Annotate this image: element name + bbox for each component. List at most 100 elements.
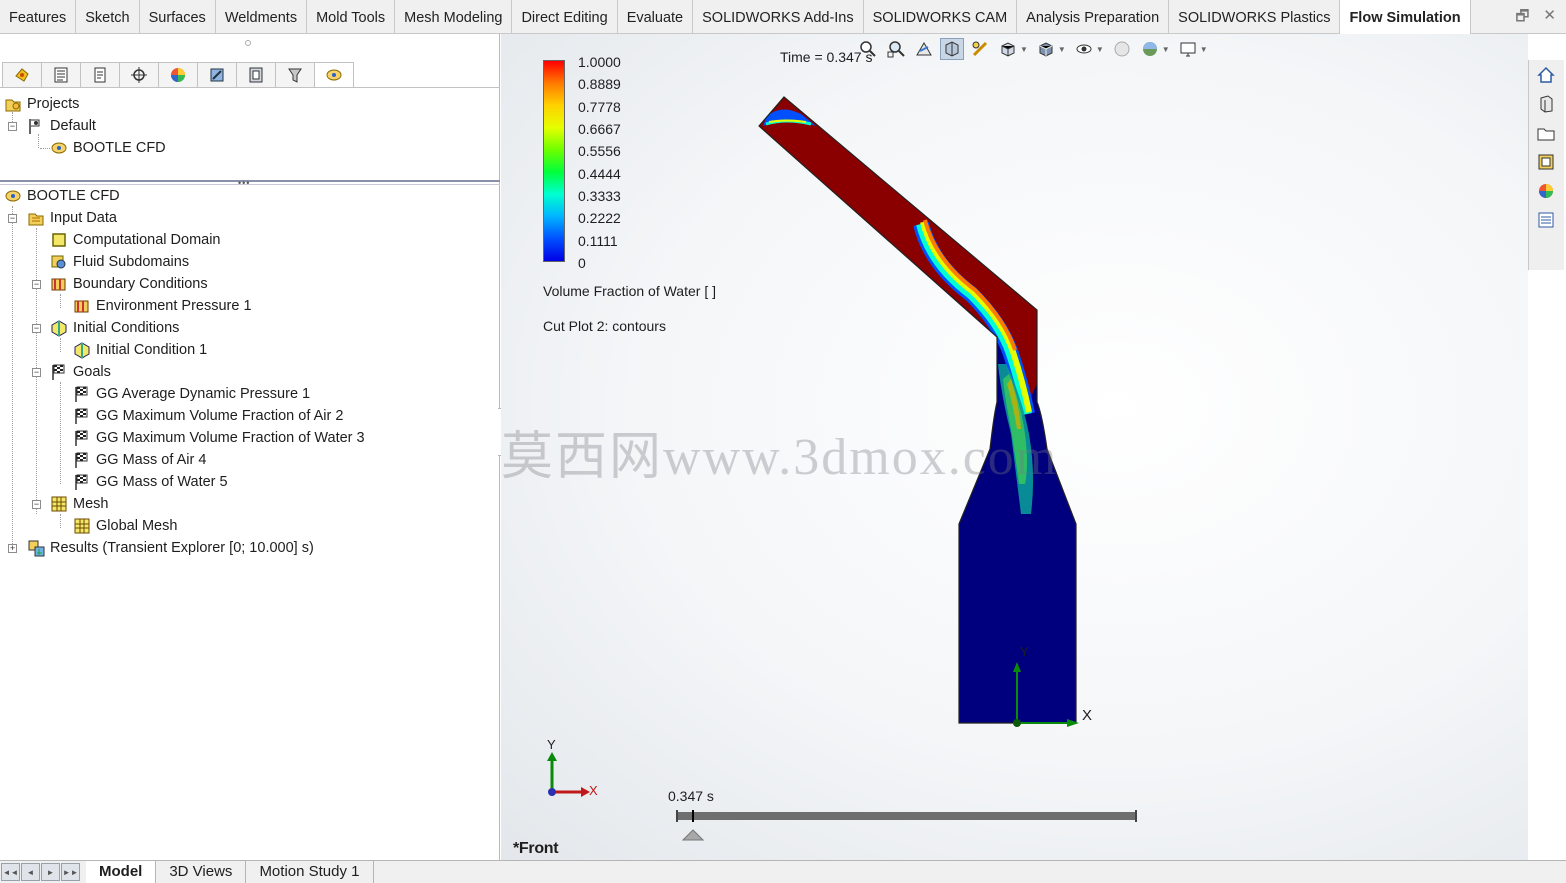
expander-results[interactable]: + <box>8 544 17 553</box>
tree-item-fluid-subdomains[interactable]: Fluid Subdomains <box>50 251 189 273</box>
tab-surfaces[interactable]: Surfaces <box>140 0 216 33</box>
results-label: Results (Transient Explorer [0; 10.000] … <box>50 540 314 556</box>
tree-item-bootle-cfd[interactable]: BOOTLE CFD <box>4 185 120 207</box>
goal-3-label: GG Maximum Volume Fraction of Water 3 <box>96 430 365 446</box>
tab-mold-tools[interactable]: Mold Tools <box>307 0 396 33</box>
expander-boundary-conditions[interactable]: − <box>32 280 41 289</box>
initial-condition-icon <box>73 341 91 359</box>
tree-item-goal-3[interactable]: GG Maximum Volume Fraction of Water 3 <box>73 427 365 449</box>
last-tab-button[interactable]: ►► <box>61 863 80 881</box>
expander-goals[interactable]: − <box>32 368 41 377</box>
command-manager-tabs: Features Sketch Surfaces Weldments Mold … <box>0 0 1566 35</box>
tab-evaluate[interactable]: Evaluate <box>618 0 694 33</box>
tab-motion-study-1[interactable]: Motion Study 1 <box>246 861 374 883</box>
display-icon[interactable] <box>275 62 315 88</box>
triad-x-label: X <box>589 783 598 798</box>
timeline-slider-handle[interactable] <box>682 828 704 842</box>
dimxpert-icon[interactable] <box>236 62 276 88</box>
goal-flag-icon <box>73 429 91 447</box>
tree-item-computational-domain[interactable]: Computational Domain <box>50 229 221 251</box>
part-y-axis-label: Y <box>1020 644 1029 659</box>
tab-weldments[interactable]: Weldments <box>216 0 308 33</box>
previous-tab-button[interactable]: ◄ <box>21 863 40 881</box>
reference-triad <box>547 752 590 797</box>
mesh-icon <box>50 495 68 513</box>
resources-icon[interactable] <box>1529 90 1563 118</box>
expander-input-data[interactable]: − <box>8 214 17 223</box>
goal-4-label: GG Mass of Air 4 <box>96 452 207 468</box>
restore-icon[interactable]: 🗗 <box>1515 6 1529 31</box>
timeline-marker[interactable] <box>692 810 694 822</box>
panel-grip[interactable] <box>245 40 251 46</box>
goals-label: Goals <box>73 364 111 380</box>
first-tab-button[interactable]: ◄◄ <box>1 863 20 881</box>
splitter-grip[interactable]: ••• <box>238 178 250 188</box>
part-x-axis-label: X <box>1082 707 1093 724</box>
global-mesh-label: Global Mesh <box>96 518 178 534</box>
tree-item-global-mesh[interactable]: Global Mesh <box>73 515 177 537</box>
input-data-icon <box>27 209 45 227</box>
tab-mesh-modeling[interactable]: Mesh Modeling <box>395 0 513 33</box>
expander-mesh[interactable]: − <box>32 500 41 509</box>
tab-3d-views[interactable]: 3D Views <box>156 861 247 883</box>
tree-item-mesh[interactable]: Mesh <box>50 493 108 515</box>
flow-project-icon <box>4 187 22 205</box>
tree-item-boundary-conditions[interactable]: Boundary Conditions <box>50 273 208 295</box>
tree-item-goal-5[interactable]: GG Mass of Water 5 <box>73 471 228 493</box>
home-icon[interactable] <box>1529 61 1563 89</box>
flow-simulation-icon[interactable] <box>314 62 354 88</box>
file-explorer-icon[interactable] <box>1529 119 1563 147</box>
goal-flag-icon <box>73 385 91 403</box>
feature-tree-icon[interactable] <box>41 62 81 88</box>
tab-direct-editing[interactable]: Direct Editing <box>512 0 618 33</box>
tree-item-default[interactable]: Default <box>27 115 96 137</box>
tree-item-initial-conditions[interactable]: Initial Conditions <box>50 317 179 339</box>
graphics-viewport[interactable]: ▼ ▼ ▼ ▼ ▼ Time = 0.347 s 1.0000 0.8889 0.7… <box>501 34 1528 860</box>
cam-icon[interactable] <box>197 62 237 88</box>
watermark: 莫西网www.3dmox.com <box>501 429 1059 486</box>
tab-solidworks-cam[interactable]: SOLIDWORKS CAM <box>864 0 1018 33</box>
tree-item-goal-4[interactable]: GG Mass of Air 4 <box>73 449 206 471</box>
tab-model[interactable]: Model <box>86 861 157 883</box>
projects-icon <box>4 95 22 113</box>
fluid-subdomains-icon <box>50 253 68 271</box>
tab-flow-simulation[interactable]: Flow Simulation <box>1340 0 1471 35</box>
tree-item-environment-pressure[interactable]: Environment Pressure 1 <box>73 295 252 317</box>
configuration-icon[interactable] <box>119 62 159 88</box>
custom-properties-icon[interactable] <box>1529 206 1563 234</box>
panel-tab-strip <box>2 62 354 88</box>
goal-flag-icon <box>73 473 91 491</box>
environment-pressure-label: Environment Pressure 1 <box>96 298 252 314</box>
appearance-icon[interactable] <box>158 62 198 88</box>
tree-item-initial-condition-1[interactable]: Initial Condition 1 <box>73 339 207 361</box>
tab-features[interactable]: Features <box>0 0 77 33</box>
initial-conditions-label: Initial Conditions <box>73 320 180 336</box>
close-icon[interactable]: ✕ <box>1543 6 1556 31</box>
computational-domain-icon <box>50 231 68 249</box>
configuration-flag-icon <box>27 117 45 135</box>
animation-timeline[interactable] <box>676 810 1137 822</box>
feature-manager-panel: Projects − Default BOOTLE CFD ••• BOOTLE… <box>0 34 500 860</box>
bottom-tab-bar: ◄◄ ◄ ► ►► Model 3D Views Motion Study 1 <box>0 860 1566 883</box>
expander-default[interactable]: − <box>8 122 17 131</box>
initial-conditions-icon <box>50 319 68 337</box>
tree-item-goal-2[interactable]: GG Maximum Volume Fraction of Air 2 <box>73 405 343 427</box>
tree-item-input-data[interactable]: Input Data <box>27 207 117 229</box>
tree-item-goal-1[interactable]: GG Average Dynamic Pressure 1 <box>73 383 310 405</box>
tree-item-results[interactable]: Results (Transient Explorer [0; 10.000] … <box>27 537 314 559</box>
tab-analysis-preparation[interactable]: Analysis Preparation <box>1017 0 1170 33</box>
tab-sketch[interactable]: Sketch <box>76 0 140 33</box>
tab-solidworks-plastics[interactable]: SOLIDWORKS Plastics <box>1169 0 1341 33</box>
appearances-icon[interactable] <box>1529 177 1563 205</box>
projects-root[interactable]: Projects <box>4 93 79 115</box>
tree-item-project[interactable]: BOOTLE CFD <box>50 137 166 159</box>
expander-initial-conditions[interactable]: − <box>32 324 41 333</box>
flow-analysis-icon[interactable] <box>2 62 42 88</box>
tree-item-goals[interactable]: Goals <box>50 361 111 383</box>
view-palette-icon[interactable] <box>1529 148 1563 176</box>
flow-project-icon <box>50 139 68 157</box>
next-tab-button[interactable]: ► <box>41 863 60 881</box>
view-orientation-name: *Front <box>513 840 559 857</box>
property-manager-icon[interactable] <box>80 62 120 88</box>
tab-solidworks-add-ins[interactable]: SOLIDWORKS Add-Ins <box>693 0 864 33</box>
